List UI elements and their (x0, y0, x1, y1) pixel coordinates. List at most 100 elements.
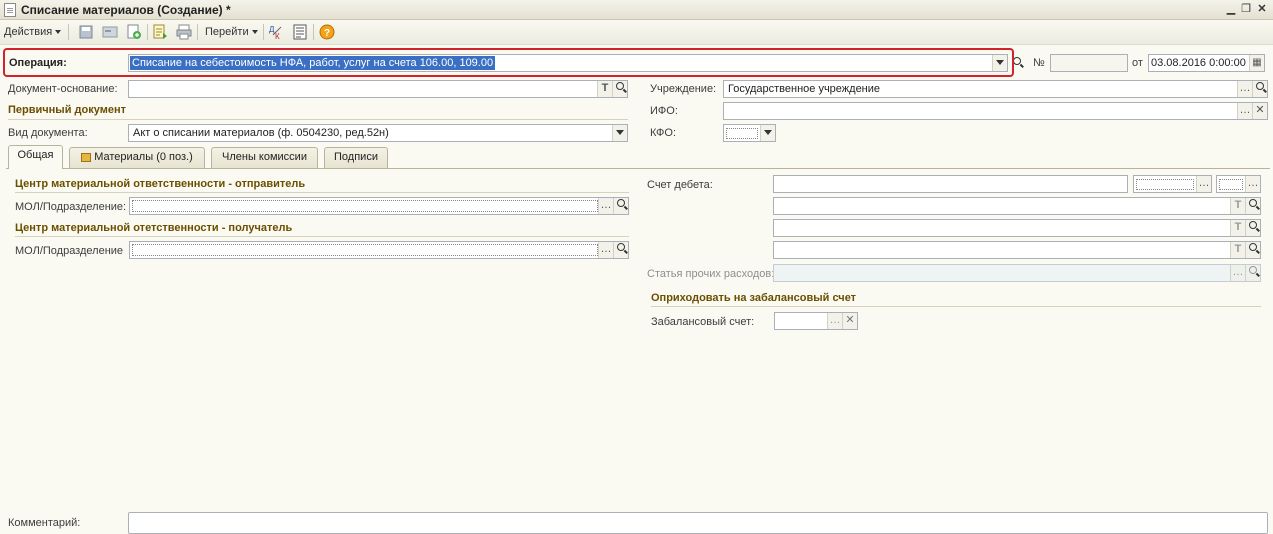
goto-menu[interactable]: Перейти (205, 26, 258, 38)
close-icon[interactable]: ✕ (1254, 2, 1270, 17)
minimize-icon[interactable]: ▁ (1223, 2, 1239, 17)
save-icon[interactable] (78, 24, 94, 40)
type-select-icon[interactable]: T (1230, 198, 1245, 214)
search-button[interactable] (1245, 265, 1260, 281)
structure-icon[interactable] (292, 24, 308, 40)
copy-document-icon[interactable] (126, 24, 142, 40)
clear-icon[interactable]: ✕ (1252, 103, 1267, 119)
primary-doc-section-title: Первичный документ (8, 104, 126, 116)
sender-mol-field[interactable]: … (129, 197, 629, 215)
number-field[interactable] (1050, 54, 1128, 72)
operation-highlight-frame (3, 48, 1014, 77)
select-button[interactable]: … (598, 242, 613, 258)
search-button[interactable] (1245, 220, 1260, 236)
section-divider (651, 306, 1261, 307)
chevron-down-icon (616, 129, 624, 135)
select-button[interactable]: … (598, 198, 613, 214)
section-divider (15, 236, 629, 237)
document-movements-icon[interactable] (152, 24, 168, 40)
subconto-3-field[interactable]: T (773, 241, 1261, 259)
basis-doc-field[interactable]: T (128, 80, 628, 98)
tab-signatures[interactable]: Подписи (324, 147, 388, 168)
svg-text:К: К (275, 32, 280, 40)
section-divider (15, 192, 629, 193)
kfo-value (726, 128, 758, 139)
subconto-2-field[interactable]: T (773, 219, 1261, 237)
window-titlebar: Списание материалов (Создание) * ▁ ❐ ✕ (0, 0, 1273, 20)
debit-kps-field[interactable]: … (1133, 175, 1212, 193)
tab-general-label: Общая (17, 149, 54, 161)
doc-type-label: Вид документа: (8, 127, 88, 139)
help-icon[interactable]: ? (319, 24, 335, 40)
date-label: от (1132, 57, 1143, 69)
other-expenses-label: Статья прочих расходов: (647, 268, 775, 280)
ifo-label: ИФО: (650, 105, 678, 117)
search-icon (1249, 199, 1257, 207)
doc-type-value: Акт о списании материалов (ф. 0504230, р… (133, 127, 389, 139)
svg-text:?: ? (324, 28, 330, 39)
toolbar-separator (197, 24, 198, 40)
toolbar-separator (68, 24, 69, 40)
search-icon (617, 199, 625, 207)
clear-icon[interactable]: ✕ (842, 313, 857, 329)
post-icon[interactable] (102, 24, 118, 40)
type-select-icon[interactable]: T (597, 81, 612, 97)
chevron-down-icon (251, 30, 258, 35)
institution-field[interactable]: Государственное учреждение … (723, 80, 1268, 98)
debit-account-field[interactable] (773, 175, 1128, 193)
search-button[interactable] (1245, 198, 1260, 214)
select-button[interactable]: … (1237, 103, 1252, 119)
restore-icon[interactable]: ❐ (1238, 2, 1254, 17)
receiver-section-title: Центр материальной отетственности - полу… (15, 222, 293, 234)
actions-menu[interactable]: Действия (4, 26, 62, 38)
calendar-icon[interactable]: ▦ (1249, 55, 1264, 71)
sender-mol-value (132, 200, 598, 212)
receiver-mol-field[interactable]: … (129, 241, 629, 259)
date-field[interactable]: 03.08.2016 0:00:00 ▦ (1148, 54, 1265, 72)
dropdown-button[interactable] (760, 125, 775, 141)
sender-mol-label: МОЛ/Подразделение: (15, 201, 127, 213)
tab-materials[interactable]: Материалы (0 поз.) (69, 147, 205, 168)
select-button[interactable]: … (827, 313, 842, 329)
select-button[interactable]: … (1230, 265, 1245, 281)
institution-label: Учреждение: (650, 83, 717, 95)
search-button[interactable] (1252, 81, 1267, 97)
dt-kt-icon[interactable]: ДК (269, 24, 285, 40)
ifo-field[interactable]: … ✕ (723, 102, 1268, 120)
search-button[interactable] (613, 198, 628, 214)
search-button[interactable] (1245, 242, 1260, 258)
goto-menu-label: Перейти (205, 26, 249, 38)
debit-kosgu-value (1219, 179, 1243, 190)
basis-doc-label: Документ-основание: (8, 83, 118, 95)
dropdown-button[interactable] (612, 125, 627, 141)
other-expenses-field[interactable]: … (773, 264, 1261, 282)
debit-kosgu-field[interactable]: … (1216, 175, 1261, 193)
actions-menu-label: Действия (4, 26, 53, 38)
select-button[interactable]: … (1245, 176, 1260, 192)
tab-commission-members[interactable]: Члены комиссии (211, 147, 318, 168)
select-button[interactable]: … (1196, 176, 1211, 192)
date-value: 03.08.2016 0:00:00 (1151, 57, 1246, 69)
toolbar-separator (263, 24, 264, 40)
subconto-1-field[interactable]: T (773, 197, 1261, 215)
search-button[interactable] (612, 81, 627, 97)
type-select-icon[interactable]: T (1230, 242, 1245, 258)
document-icon (4, 3, 16, 17)
kfo-select[interactable] (723, 124, 776, 142)
print-icon[interactable] (176, 24, 192, 40)
chevron-down-icon (764, 129, 772, 135)
debit-kps-value (1136, 179, 1194, 190)
section-divider (8, 119, 628, 120)
toolbar-separator (313, 24, 314, 40)
select-button[interactable]: … (1237, 81, 1252, 97)
search-icon (617, 243, 625, 251)
doc-type-select[interactable]: Акт о списании материалов (ф. 0504230, р… (128, 124, 628, 142)
type-select-icon[interactable]: T (1230, 220, 1245, 236)
offbalance-account-field[interactable]: … ✕ (774, 312, 858, 330)
tab-commission-label: Члены комиссии (222, 151, 307, 163)
tab-general[interactable]: Общая (8, 145, 63, 169)
search-button[interactable] (613, 242, 628, 258)
receiver-mol-label: МОЛ/Подразделение (15, 245, 124, 257)
toolbar: Действия Перейти ДК ? (0, 20, 1273, 45)
institution-value: Государственное учреждение (728, 83, 881, 95)
